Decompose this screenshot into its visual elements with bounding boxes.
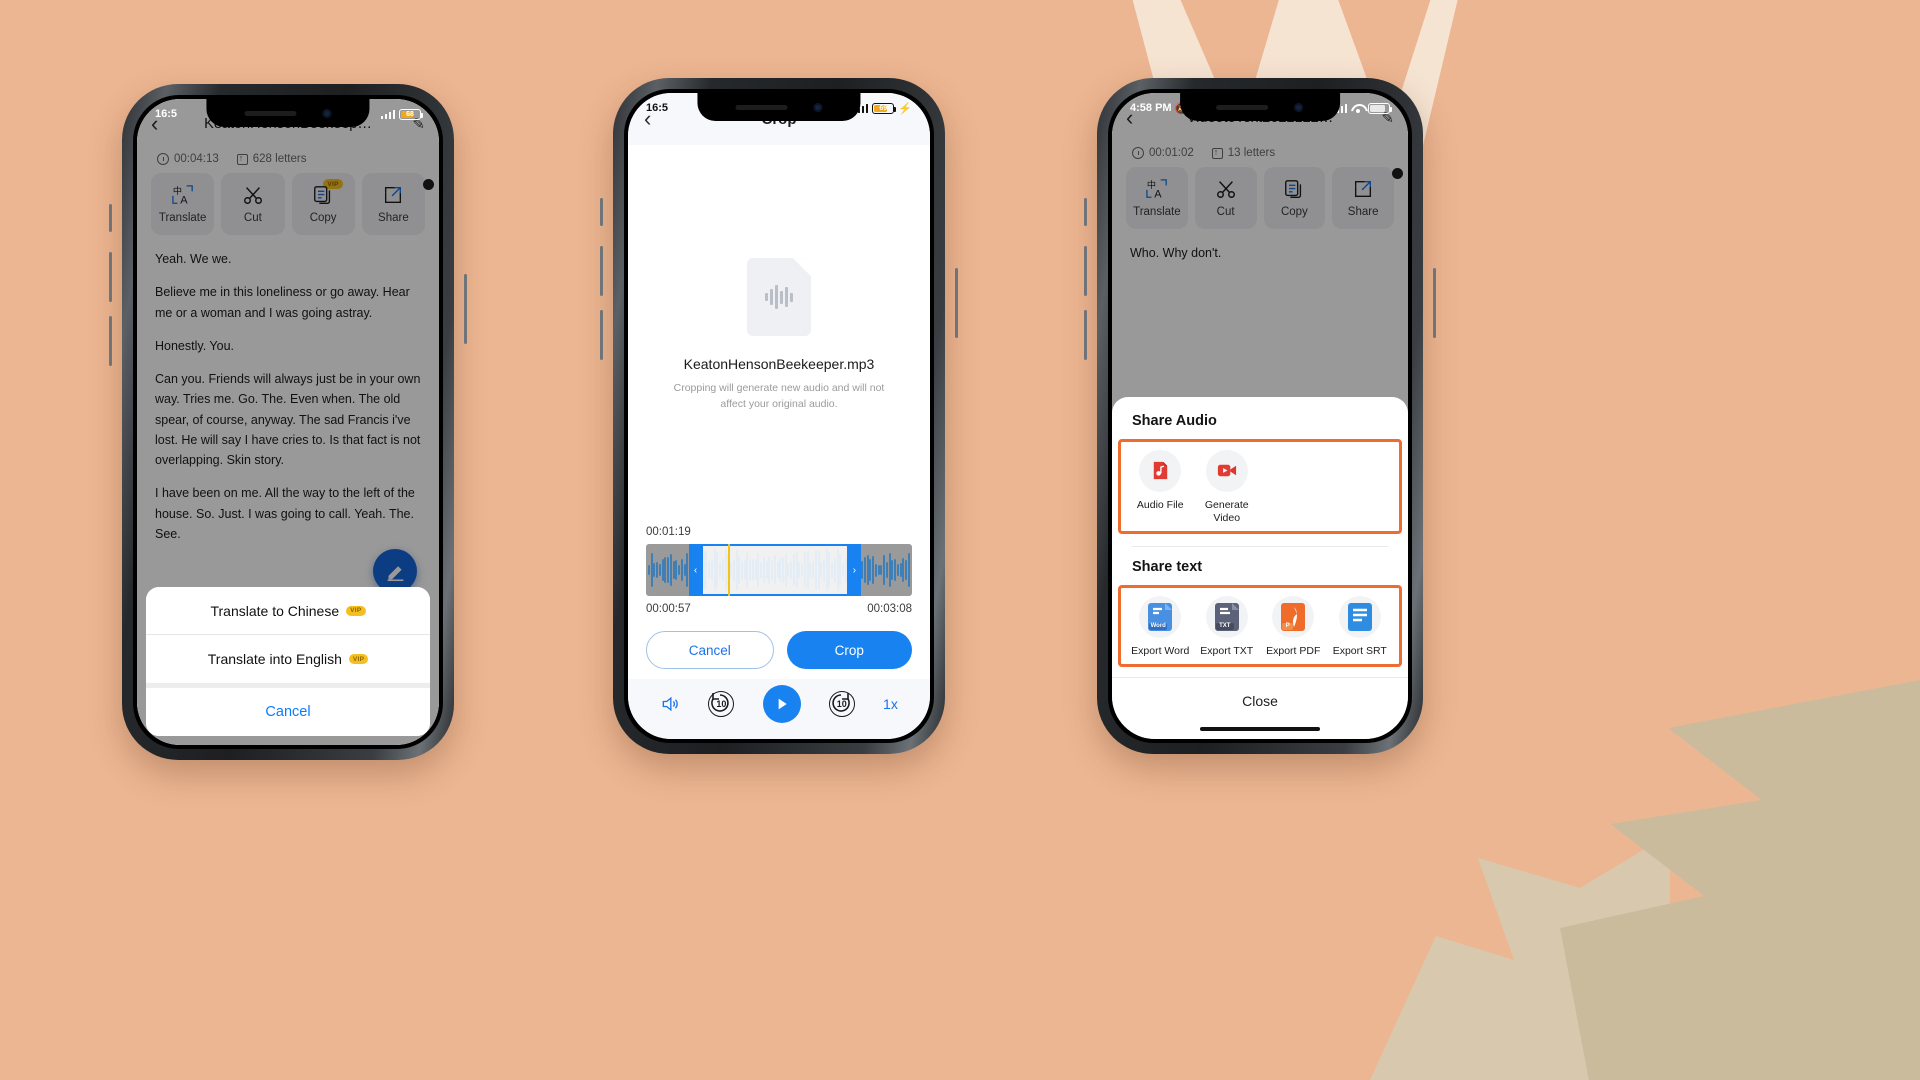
share-item-export-srt[interactable]: Export SRT: [1327, 595, 1394, 658]
battery-icon: [1368, 102, 1392, 114]
share-item-label: Generate Video: [1204, 498, 1249, 524]
battery-icon: 68: [399, 108, 423, 120]
share-item-export-txt[interactable]: TXT Export TXT: [1194, 595, 1261, 658]
crop-timeline: 00:01:19 ‹ › 00:00:57 00:03:08: [628, 526, 930, 615]
share-text-title: Share text: [1132, 558, 1203, 575]
phone-2-screen: 16:5 69 ⚡ ‹ Crop: [628, 93, 930, 739]
share-item-generate-video[interactable]: Generate Video: [1194, 449, 1261, 525]
vip-badge: VIP: [346, 605, 366, 616]
crop-button[interactable]: Crop: [786, 631, 912, 669]
share-item-label: Export SRT: [1332, 644, 1387, 657]
video-camera-red-icon: [1205, 449, 1248, 492]
selection-region[interactable]: [688, 544, 862, 596]
playback-speed-button[interactable]: 1x: [883, 696, 898, 712]
txt-doc-icon: TXT: [1205, 595, 1248, 638]
background-decoration-leaf-back: [1370, 834, 1670, 1080]
option-label: Translate to Chinese: [210, 602, 340, 619]
phone-1-screen: 16:5 68 ‹ KeatonHensonBeekeep… ✎: [137, 99, 439, 745]
selection-handle-right[interactable]: ›: [847, 544, 862, 596]
selection-handle-left[interactable]: ‹: [688, 544, 703, 596]
forward-10-button[interactable]: 10: [828, 691, 855, 717]
share-audio-title: Share Audio: [1132, 412, 1217, 429]
playhead[interactable]: [728, 544, 731, 596]
notch: [1180, 93, 1340, 121]
share-audio-highlight: Audio File Generate Video: [1118, 438, 1402, 534]
status-time: 16:5: [155, 108, 178, 120]
option-label: Translate into English: [207, 651, 342, 667]
selection-end-time: 00:03:08: [867, 603, 912, 615]
audio-file-icon: [747, 258, 811, 337]
close-button[interactable]: Close: [1112, 677, 1408, 723]
word-doc-icon: Word: [1139, 595, 1182, 638]
sheet-cancel-button[interactable]: Cancel: [146, 688, 430, 736]
home-indicator: [1200, 727, 1320, 731]
crop-buttons: Cancel Crop: [628, 615, 930, 679]
notch: [697, 93, 861, 121]
cancel-button[interactable]: Cancel: [646, 631, 774, 669]
charging-bolt-icon: ⚡: [898, 102, 912, 115]
speaker-icon[interactable]: [660, 694, 680, 714]
phone-1-frame: 16:5 68 ‹ KeatonHensonBeekeep… ✎: [109, 84, 467, 760]
phone-2-frame: 16:5 69 ⚡ ‹ Crop: [600, 78, 958, 754]
share-sheet: Share Audio Audio File Generate Video Sh…: [1112, 396, 1408, 739]
wifi-icon: [1351, 103, 1364, 113]
drag-handle-dot[interactable]: [423, 179, 434, 190]
file-name: KeatonHensonBeekeeper.mp3: [683, 356, 875, 373]
sheet-option-translate-chinese[interactable]: Translate to Chinese VIP: [146, 587, 430, 635]
share-item-label: Export PDF: [1266, 644, 1321, 657]
battery-icon: 69: [872, 102, 897, 114]
notch: [206, 99, 370, 127]
vip-badge: VIP: [348, 654, 369, 664]
share-item-label: Export Word: [1131, 644, 1190, 657]
share-item-label: Audio File: [1136, 498, 1184, 511]
audio-file-red-icon: [1139, 449, 1182, 492]
waveform-glyph: [765, 284, 793, 310]
background-decoration-leaf-front: [1560, 680, 1920, 1080]
share-item-audio-file[interactable]: Audio File: [1127, 449, 1194, 525]
phone-3-screen: 4:58 PM 🔕 ‹ VideotoText2022122… ✎: [1112, 93, 1408, 739]
share-item-label: Export TXT: [1200, 644, 1254, 657]
share-text-highlight: Word Export Word TXT Export TXT P Export…: [1118, 584, 1402, 667]
share-item-export-pdf[interactable]: P Export PDF: [1260, 595, 1327, 658]
player-controls: 10 10 1x: [628, 679, 930, 739]
share-item-export-word[interactable]: Word Export Word: [1127, 595, 1194, 658]
pdf-doc-icon: P: [1272, 595, 1315, 638]
crop-file-info: KeatonHensonBeekeeper.mp3 Cropping will …: [628, 145, 930, 526]
crop-note: Cropping will generate new audio and wil…: [673, 382, 885, 410]
sheet-option-translate-english[interactable]: Translate into English VIP: [146, 635, 430, 683]
current-time: 00:01:19: [646, 526, 691, 538]
waveform-track[interactable]: ‹ ›: [646, 544, 912, 596]
selection-start-time: 00:00:57: [646, 603, 691, 615]
status-time: 16:5: [646, 102, 669, 114]
rewind-10-button[interactable]: 10: [708, 691, 735, 717]
srt-doc-icon: [1338, 595, 1381, 638]
drag-handle-dot[interactable]: [1392, 168, 1403, 179]
status-time: 4:58 PM: [1130, 102, 1172, 114]
signal-icon: [380, 109, 395, 119]
phone-3-frame: 4:58 PM 🔕 ‹ VideotoText2022122… ✎: [1084, 78, 1436, 754]
translate-action-sheet: Translate to Chinese VIP Translate into …: [146, 587, 430, 736]
play-button[interactable]: [762, 685, 801, 723]
